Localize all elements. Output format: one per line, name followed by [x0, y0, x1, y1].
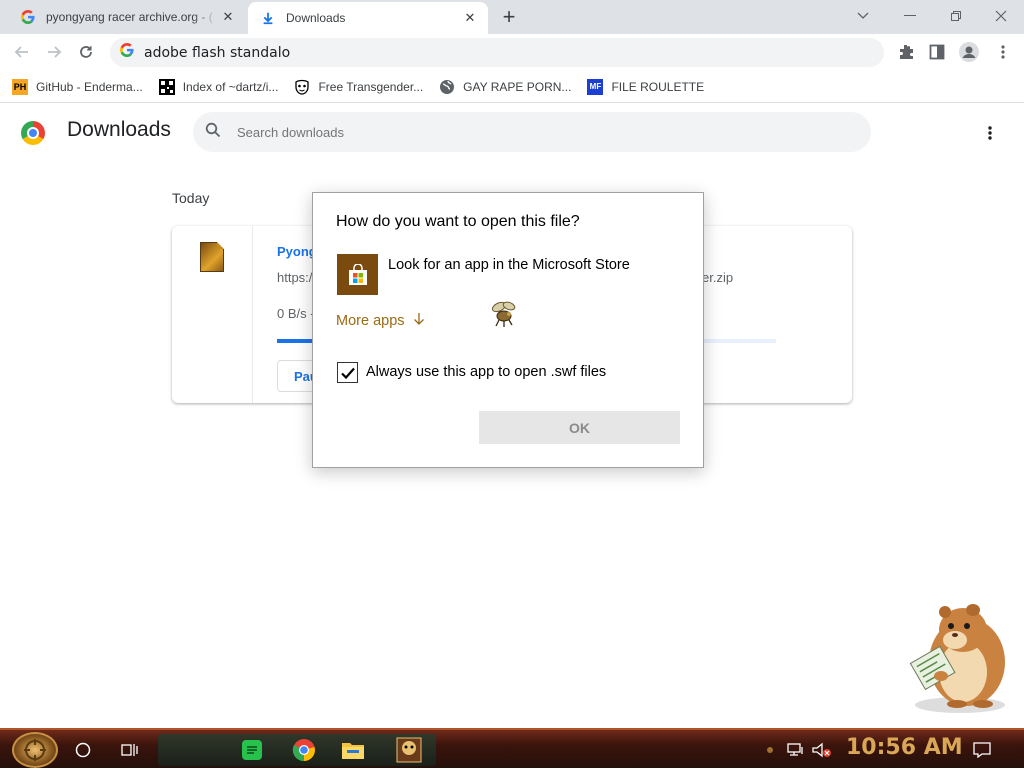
chrome-logo-icon: [21, 121, 45, 145]
close-icon[interactable]: ✕: [460, 8, 480, 28]
page-title: Downloads: [67, 118, 171, 141]
arrow-down-icon: [413, 312, 425, 329]
bookmark-free-transgender[interactable]: Free Transgender...: [294, 79, 423, 95]
download-url-tail: er.zip: [702, 270, 734, 285]
address-bar[interactable]: [110, 38, 884, 67]
file-icon-column: [172, 226, 253, 403]
always-use-checkbox[interactable]: [337, 362, 358, 383]
new-tab-button[interactable]: +: [498, 4, 520, 29]
google-g-icon: [120, 43, 134, 62]
menu-kebab-icon[interactable]: [990, 39, 1016, 65]
extensions-puzzle-icon[interactable]: [893, 39, 919, 65]
bonzi-app-icon[interactable]: [393, 734, 425, 766]
back-button[interactable]: [8, 38, 36, 66]
downloads-menu-icon[interactable]: [978, 121, 1002, 145]
qr-icon: [158, 78, 175, 95]
downloads-search[interactable]: [193, 112, 871, 152]
chrome-icon[interactable]: [288, 734, 320, 766]
start-button[interactable]: [12, 732, 58, 768]
address-input[interactable]: [142, 43, 842, 62]
tab-downloads[interactable]: Downloads ✕: [248, 2, 488, 34]
taskbar-clock[interactable]: 10:56 AM: [846, 735, 963, 760]
show-hidden-icons-icon[interactable]: [760, 734, 780, 766]
microsoft-store-icon[interactable]: [337, 254, 378, 295]
bookmark-github[interactable]: PH GitHub - Enderma...: [12, 78, 143, 95]
more-apps-link[interactable]: More apps: [336, 312, 425, 329]
tab-search-chevron-icon[interactable]: [847, 4, 879, 28]
mf-icon: MF: [587, 78, 604, 95]
tab-strip: pyongyang racer archive.org - ( ✕ Downlo…: [0, 0, 1024, 34]
task-view-icon[interactable]: [114, 734, 146, 766]
downloads-header: Downloads: [0, 104, 1024, 160]
search-icon: [205, 122, 221, 143]
download-url[interactable]: https:/: [277, 270, 312, 285]
bookmark-globe[interactable]: GAY RAPE PORN...: [439, 79, 571, 95]
desktop-pet-hamster[interactable]: [905, 600, 1013, 715]
side-panel-icon[interactable]: [924, 39, 950, 65]
globe-icon: [439, 79, 455, 95]
animated-cursor-icon: [487, 299, 521, 331]
zip-file-icon: [200, 242, 224, 272]
notifications-icon[interactable]: [966, 734, 998, 766]
restore-button[interactable]: [940, 4, 972, 28]
mask-icon: [294, 79, 310, 95]
volume-muted-icon[interactable]: [808, 734, 836, 766]
download-file-name[interactable]: Pyong: [277, 244, 317, 259]
ok-button[interactable]: OK: [479, 411, 680, 444]
search-input[interactable]: [235, 123, 835, 141]
network-icon[interactable]: [782, 734, 810, 766]
tab-title: Downloads: [286, 11, 346, 25]
file-explorer-icon[interactable]: [337, 734, 369, 766]
store-option-label[interactable]: Look for an app in the Microsoft Store: [388, 257, 630, 273]
always-use-label[interactable]: Always use this app to open .swf files: [366, 364, 606, 380]
notes-app-icon[interactable]: [236, 734, 268, 766]
reload-button[interactable]: [72, 38, 100, 66]
bookmark-file-roulette[interactable]: MF FILE ROULETTE: [587, 78, 705, 95]
tab-archive[interactable]: pyongyang racer archive.org - ( ✕: [8, 0, 246, 34]
bookmark-label: Free Transgender...: [318, 79, 424, 94]
ph-icon: PH: [12, 78, 28, 95]
bookmark-label: GitHub - Enderma...: [36, 79, 143, 94]
minimize-button[interactable]: [894, 4, 926, 28]
close-icon[interactable]: ✕: [218, 7, 238, 27]
profile-avatar-icon[interactable]: [956, 39, 982, 65]
more-apps-label: More apps: [336, 312, 405, 329]
dialog-title: How do you want to open this file?: [336, 213, 580, 230]
section-date: Today: [172, 190, 210, 206]
taskbar: 10:56 AM: [0, 728, 1024, 768]
bookmark-label: GAY RAPE PORN...: [463, 79, 572, 94]
bookmark-label: Index of ~dartz/i...: [182, 79, 279, 94]
download-icon: [260, 10, 276, 26]
download-status: 0 B/s -: [277, 306, 315, 321]
tab-title: pyongyang racer archive.org - (: [46, 10, 213, 24]
search-circle-icon[interactable]: [67, 734, 99, 766]
bookmark-index-dartz[interactable]: Index of ~dartz/i...: [158, 78, 279, 95]
close-window-button[interactable]: [985, 4, 1017, 28]
forward-button[interactable]: [40, 38, 68, 66]
bookmarks-bar: PH GitHub - Enderma... Index of ~dartz/i…: [0, 71, 1024, 103]
google-g-icon: [20, 9, 36, 25]
bookmark-label: FILE ROULETTE: [611, 79, 705, 94]
browser-toolbar: [0, 34, 1024, 71]
